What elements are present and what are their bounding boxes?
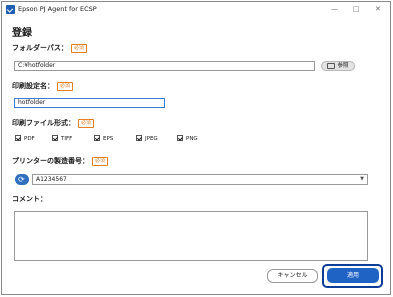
required-badge: 必須 xyxy=(78,118,95,128)
print-setting-label-text: 印刷設定名： xyxy=(12,82,54,90)
file-format-label-text: 印刷ファイル形式： xyxy=(12,119,75,127)
required-badge: 必須 xyxy=(92,156,109,166)
maximize-icon[interactable]: □ xyxy=(353,4,360,14)
browse-button-label: 参照 xyxy=(337,63,349,69)
folder-path-input[interactable]: C:¥hotfolder xyxy=(14,61,315,71)
format-pdf-checkbox[interactable]: PDF xyxy=(15,134,35,144)
format-png-checkbox[interactable]: PNG xyxy=(177,134,198,144)
comment-label: コメント： xyxy=(12,195,47,203)
print-setting-label: 印刷設定名： 必須 xyxy=(12,81,74,91)
folder-path-label-text: フォルダーパス： xyxy=(12,44,68,52)
format-eps-checkbox[interactable]: EPS xyxy=(94,134,113,144)
minimize-icon[interactable]: — xyxy=(331,4,338,14)
checkbox-checked-icon xyxy=(15,134,21,141)
window-title: Epson PJ Agent for ECSP xyxy=(18,5,97,13)
print-setting-input[interactable]: hotfolder xyxy=(14,98,165,108)
serial-label-text: プリンターの製造番号： xyxy=(12,157,89,165)
browse-button[interactable]: 参照 xyxy=(321,61,355,71)
checkbox-checked-icon xyxy=(94,134,100,141)
format-tiff-checkbox[interactable]: TIFF xyxy=(52,134,72,144)
format-eps-label: EPS xyxy=(103,136,114,142)
serial-select-value: A1234567 xyxy=(36,176,67,183)
cancel-button[interactable]: キャンセル xyxy=(267,269,318,283)
refresh-icon[interactable] xyxy=(15,174,29,185)
serial-select[interactable]: A1234567 ▼ xyxy=(32,174,368,185)
title-bar: Epson PJ Agent for ECSP — □ ✕ xyxy=(2,2,390,19)
folder-path-label: フォルダーパス： 必須 xyxy=(12,43,87,53)
format-jpeg-label: JPEG xyxy=(145,136,158,142)
format-pdf-label: PDF xyxy=(24,136,35,142)
checkbox-checked-icon xyxy=(52,134,58,141)
folder-icon xyxy=(327,62,336,69)
file-format-label: 印刷ファイル形式： 必須 xyxy=(12,118,95,128)
checkbox-checked-icon xyxy=(136,134,142,141)
checkbox-checked-icon xyxy=(177,134,183,141)
format-tiff-label: TIFF xyxy=(61,136,73,142)
required-badge: 必須 xyxy=(57,81,74,91)
required-badge: 必須 xyxy=(70,43,87,53)
page-title: 登録 xyxy=(12,28,32,39)
format-png-label: PNG xyxy=(186,136,198,142)
close-icon[interactable]: ✕ xyxy=(375,4,381,14)
comment-textarea[interactable] xyxy=(14,211,368,261)
apply-button[interactable]: 適用 xyxy=(327,268,379,283)
chevron-down-icon: ▼ xyxy=(360,176,364,182)
app-logo-icon xyxy=(6,5,15,14)
serial-label: プリンターの製造番号： 必須 xyxy=(12,156,109,166)
format-jpeg-checkbox[interactable]: JPEG xyxy=(136,134,158,144)
